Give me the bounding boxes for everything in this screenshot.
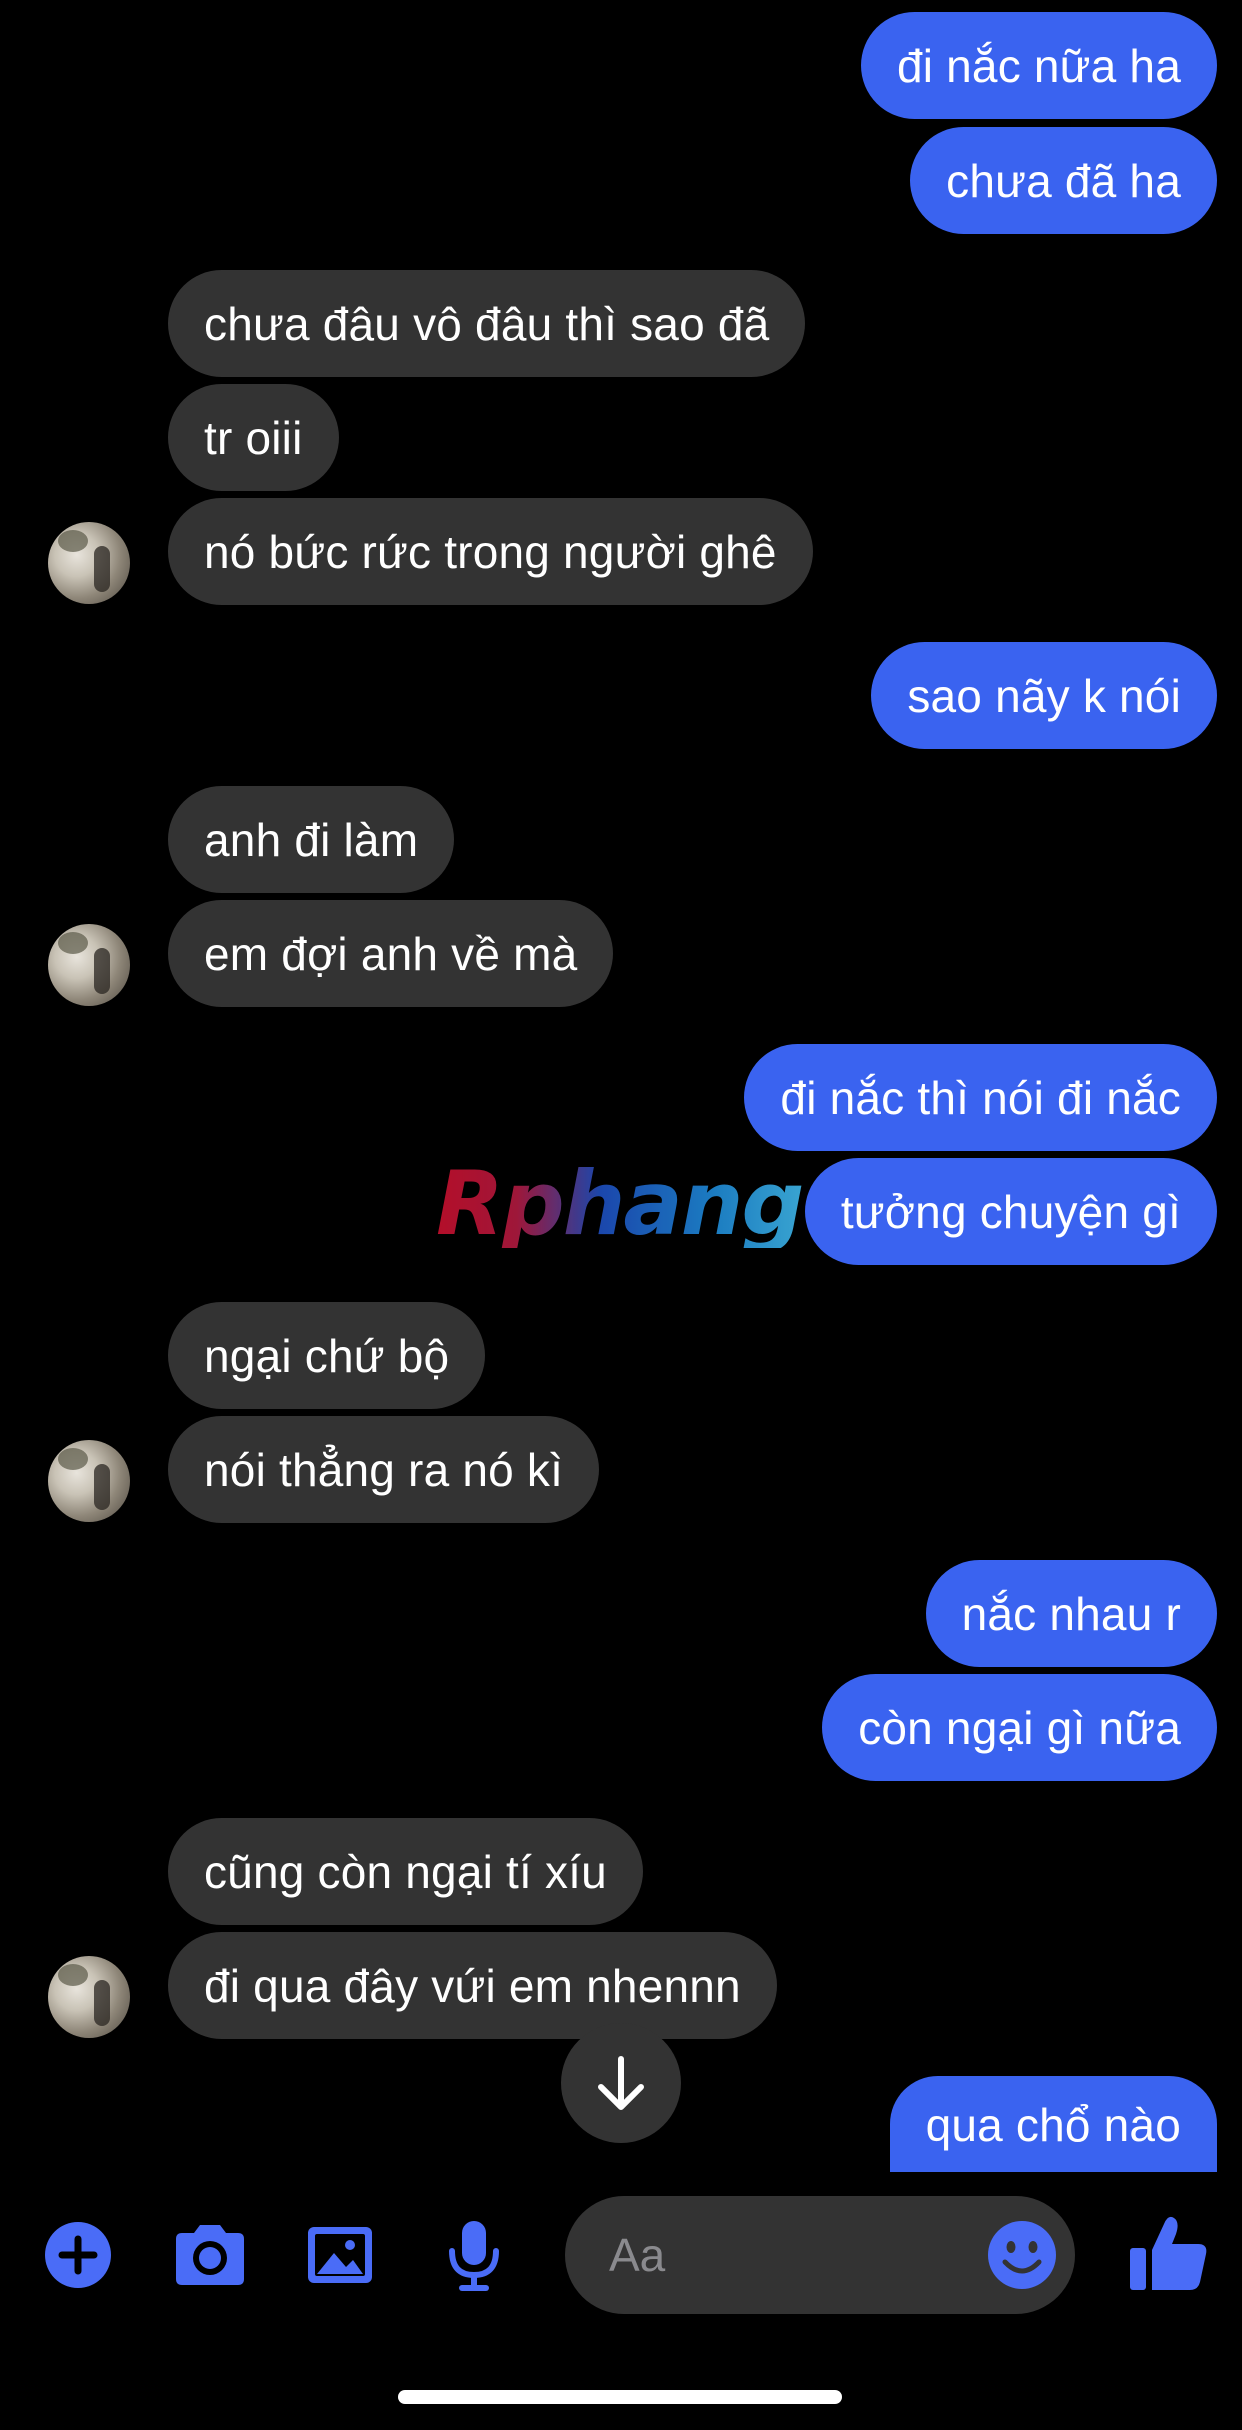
received-message[interactable]: tr oiii xyxy=(168,384,339,491)
message-text: chưa đâu vô đâu thì sao đã xyxy=(204,297,770,350)
emoji-icon xyxy=(988,2221,1056,2289)
message-input[interactable]: Aa xyxy=(565,2196,1075,2314)
image-icon xyxy=(308,2227,372,2283)
contact-avatar[interactable] xyxy=(48,1956,130,2038)
message-input-placeholder: Aa xyxy=(609,2229,666,2281)
sent-message[interactable]: đi nắc nữa ha xyxy=(860,12,1217,119)
received-message[interactable]: em đợi anh về mà xyxy=(168,900,614,1007)
message-text: anh đi làm xyxy=(204,813,419,866)
sent-message[interactable]: chưa đã ha xyxy=(910,127,1217,234)
message-text: nó bức rức trong người ghê xyxy=(204,525,777,578)
sent-message[interactable]: tưởng chuyện gì xyxy=(804,1158,1217,1265)
sent-message[interactable]: còn ngại gì nữa xyxy=(822,1674,1217,1781)
like-button[interactable] xyxy=(1124,2208,1214,2298)
message-text: nắc nhau r xyxy=(961,1587,1181,1640)
home-indicator[interactable] xyxy=(398,2390,842,2404)
sent-message[interactable]: đi nắc thì nói đi nắc xyxy=(744,1044,1217,1151)
message-text: đi qua đây vứi em nhennn xyxy=(204,1959,741,2012)
message-text: chưa đã ha xyxy=(946,154,1181,207)
sent-message[interactable]: sao nãy k nói xyxy=(871,642,1217,749)
thumbs-up-icon xyxy=(1130,2216,1207,2290)
plus-icon xyxy=(45,2222,111,2288)
message-text: đi nắc nữa ha xyxy=(896,39,1181,92)
message-text: nói thẳng ra nó kì xyxy=(204,1443,564,1496)
message-text: cũng còn ngại tí xíu xyxy=(204,1845,607,1898)
received-message[interactable]: chưa đâu vô đâu thì sao đã xyxy=(168,270,806,377)
message-text: tưởng chuyện gì xyxy=(840,1185,1181,1238)
arrow-down-icon xyxy=(598,2056,644,2110)
message-text: tr oiii xyxy=(204,411,303,464)
message-text: còn ngại gì nữa xyxy=(858,1701,1181,1754)
message-text: em đợi anh về mà xyxy=(204,927,578,980)
camera-icon xyxy=(176,2225,244,2285)
camera-button[interactable] xyxy=(168,2215,248,2295)
sent-message[interactable]: qua chổ nào xyxy=(889,2076,1217,2172)
microphone-icon xyxy=(449,2221,499,2291)
received-message[interactable]: nó bức rức trong người ghê xyxy=(168,498,813,605)
contact-avatar[interactable] xyxy=(48,1440,130,1522)
gallery-button[interactable] xyxy=(300,2215,380,2295)
contact-avatar[interactable] xyxy=(48,522,130,604)
scroll-to-bottom-button[interactable] xyxy=(561,2023,681,2143)
voice-button[interactable] xyxy=(434,2215,514,2295)
emoji-button[interactable] xyxy=(985,2218,1059,2292)
message-composer: Aa xyxy=(0,2190,1242,2320)
message-text: đi nắc thì nói đi nắc xyxy=(780,1071,1181,1124)
received-message[interactable]: nói thẳng ra nó kì xyxy=(168,1416,600,1523)
message-text: sao nãy k nói xyxy=(907,669,1181,722)
received-message[interactable]: cũng còn ngại tí xíu xyxy=(168,1818,643,1925)
add-button[interactable] xyxy=(38,2215,118,2295)
received-message[interactable]: anh đi làm xyxy=(168,786,455,893)
message-text: ngại chứ bộ xyxy=(204,1329,450,1382)
contact-avatar[interactable] xyxy=(48,924,130,1006)
watermark-logo: Rphang xyxy=(436,1152,804,1255)
message-text: qua chổ nào xyxy=(925,2099,1181,2151)
received-message[interactable]: ngại chứ bộ xyxy=(168,1302,486,1409)
sent-message[interactable]: nắc nhau r xyxy=(925,1560,1217,1667)
received-message[interactable]: đi qua đây vứi em nhennn xyxy=(168,1932,777,2039)
